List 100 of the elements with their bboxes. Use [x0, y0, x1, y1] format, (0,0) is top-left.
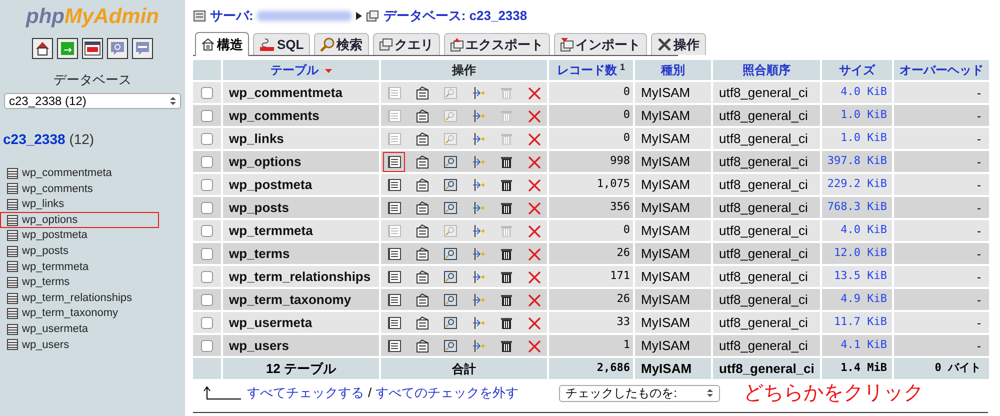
column-header[interactable]: オーバーヘッド [894, 60, 989, 80]
trash-icon[interactable] [498, 270, 514, 284]
insert-row-icon[interactable] [470, 316, 486, 330]
search-icon[interactable] [442, 246, 458, 260]
size-link[interactable]: 4.9 KiB [822, 289, 892, 310]
browse-icon[interactable] [386, 270, 402, 284]
size-link[interactable]: 12.0 KiB [822, 243, 892, 264]
uncheck-all-link[interactable]: すべてのチェックを外す [376, 383, 519, 403]
row-checkbox[interactable] [201, 317, 213, 330]
insert-row-icon[interactable] [470, 270, 486, 284]
sidebar-table-link[interactable]: wp_options [0, 212, 159, 228]
table-name-link[interactable]: wp_links [223, 128, 379, 149]
insert-row-icon[interactable] [470, 178, 486, 192]
tab[interactable]: エクスポート [444, 33, 550, 55]
sidebar-table-link[interactable]: wp_commentmeta [0, 166, 159, 182]
table-name-link[interactable]: wp_term_relationships [223, 266, 379, 287]
insert-row-icon[interactable] [470, 224, 486, 238]
tab[interactable]: SQL [253, 33, 310, 55]
trash-icon[interactable] [498, 200, 514, 214]
search-icon[interactable] [442, 200, 458, 214]
insert-row-icon[interactable] [470, 108, 486, 122]
insert-row-icon[interactable] [470, 132, 486, 146]
sidebar-table-link[interactable]: wp_usermeta [0, 321, 159, 338]
home-icon[interactable] [32, 38, 53, 59]
sql-window-icon[interactable] [82, 38, 103, 59]
table-name-link[interactable]: wp_termmeta [223, 220, 379, 241]
structure-icon[interactable] [414, 338, 430, 352]
bulk-action-select[interactable]: チェックしたものを: [558, 384, 720, 402]
tab[interactable]: インポート [554, 33, 647, 55]
table-name-link[interactable]: wp_users [223, 335, 379, 356]
database-select[interactable]: c23_2338 (12) [4, 92, 181, 108]
size-link[interactable]: 1.0 KiB [822, 128, 892, 149]
sidebar-table-link[interactable]: wp_termmeta [0, 259, 159, 275]
browse-icon[interactable] [386, 178, 402, 192]
insert-row-icon[interactable] [470, 86, 486, 100]
delete-icon[interactable] [526, 132, 542, 146]
insert-row-icon[interactable] [470, 154, 486, 168]
structure-icon[interactable] [414, 178, 430, 192]
delete-icon[interactable] [526, 200, 542, 214]
sidebar-table-link[interactable]: wp_posts [0, 243, 159, 260]
table-name-link[interactable]: wp_term_taxonomy [223, 289, 379, 310]
delete-icon[interactable] [526, 246, 542, 260]
search-icon[interactable] [442, 316, 458, 330]
row-checkbox[interactable] [201, 87, 213, 100]
table-name-link[interactable]: wp_postmeta [223, 174, 379, 195]
search-icon[interactable] [442, 338, 458, 352]
browse-icon[interactable] [386, 292, 402, 306]
sidebar-table-link[interactable]: wp_postmeta [0, 228, 159, 244]
row-checkbox[interactable] [201, 133, 213, 146]
column-header[interactable]: サイズ [822, 60, 892, 80]
delete-icon[interactable] [526, 224, 542, 238]
table-name-link[interactable]: wp_usermeta [223, 312, 379, 333]
browse-icon[interactable] [386, 200, 402, 214]
size-link[interactable]: 229.2 KiB [822, 174, 892, 195]
delete-icon[interactable] [526, 270, 542, 284]
structure-icon[interactable] [414, 224, 430, 238]
tab[interactable]: 検索 [314, 33, 369, 55]
size-link[interactable]: 4.1 KiB [822, 335, 892, 356]
structure-icon[interactable] [414, 270, 430, 284]
help-icon[interactable] [107, 38, 128, 59]
row-checkbox[interactable] [201, 110, 213, 122]
row-checkbox[interactable] [201, 340, 213, 352]
structure-icon[interactable] [414, 316, 430, 330]
browse-icon[interactable] [386, 338, 402, 352]
sidebar-table-link[interactable]: wp_terms [0, 274, 159, 290]
table-name-link[interactable]: wp_commentmeta [223, 82, 379, 103]
row-checkbox[interactable] [201, 225, 213, 238]
trash-icon[interactable] [498, 316, 514, 330]
size-link[interactable]: 768.3 KiB [822, 197, 892, 218]
database-link[interactable]: データベース: c23_2338 [383, 6, 528, 26]
size-link[interactable]: 4.0 KiB [822, 220, 892, 241]
search-icon[interactable] [442, 154, 458, 168]
table-name-link[interactable]: wp_terms [223, 243, 379, 264]
table-name-link[interactable]: wp_comments [223, 105, 379, 126]
sidebar-table-link[interactable]: wp_comments [0, 181, 159, 197]
database-link[interactable]: c23_2338 [3, 130, 66, 146]
trash-icon[interactable] [498, 178, 514, 192]
structure-icon[interactable] [414, 246, 430, 260]
browse-icon[interactable] [386, 246, 402, 260]
tab[interactable]: 操作 [650, 33, 706, 55]
trash-icon[interactable] [498, 246, 514, 260]
structure-icon[interactable] [414, 108, 430, 122]
size-link[interactable]: 13.5 KiB [822, 266, 892, 287]
size-link[interactable]: 1.0 KiB [822, 105, 892, 126]
column-header[interactable]: テーブル [223, 60, 379, 80]
server-link[interactable]: サーバ: [210, 6, 254, 26]
row-checkbox[interactable] [201, 156, 213, 168]
search-icon[interactable] [442, 292, 458, 306]
insert-row-icon[interactable] [470, 292, 486, 306]
row-checkbox[interactable] [201, 179, 213, 192]
browse-icon[interactable] [386, 316, 402, 330]
search-icon[interactable] [442, 270, 458, 284]
row-checkbox[interactable] [201, 294, 213, 306]
check-all-link[interactable]: すべてチェックする [247, 383, 364, 403]
search-icon[interactable] [442, 178, 458, 192]
size-link[interactable]: 11.7 KiB [822, 312, 892, 333]
delete-icon[interactable] [526, 154, 542, 168]
trash-icon[interactable] [498, 292, 514, 306]
delete-icon[interactable] [526, 86, 542, 100]
row-checkbox[interactable] [201, 271, 213, 284]
